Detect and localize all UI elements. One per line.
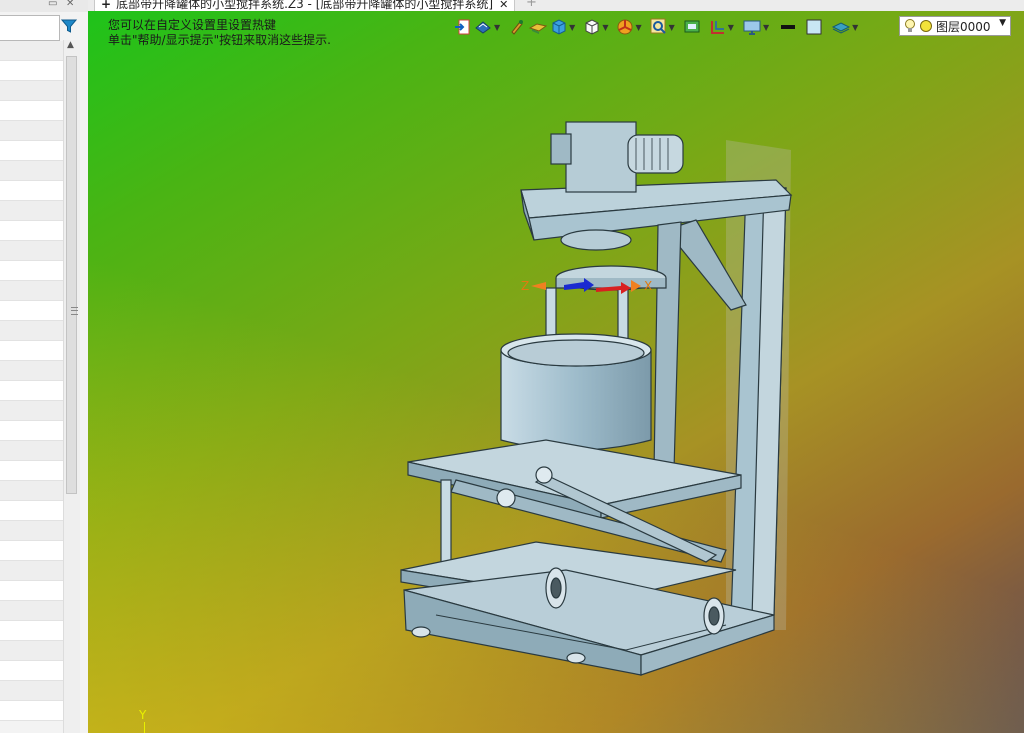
white-cube-button[interactable]: ▼: [583, 17, 608, 37]
white-cube-icon: [585, 19, 599, 35]
layer-manager-button[interactable]: ▼: [831, 17, 858, 37]
section-button[interactable]: ▼: [709, 17, 734, 37]
tree-row[interactable]: [0, 221, 63, 241]
new-tab-icon[interactable]: +: [526, 0, 537, 10]
tree-row[interactable]: [0, 401, 63, 421]
hint-text: 您可以在自定义设置里设置热键 单击"帮助/显示提示"按钮来取消这些提示.: [108, 18, 331, 48]
tree-row[interactable]: [0, 121, 63, 141]
color-wheel-icon: [617, 19, 633, 35]
tree-row[interactable]: [0, 561, 63, 581]
line-color-button[interactable]: [779, 17, 797, 37]
tree-row[interactable]: [0, 321, 63, 341]
screen-button[interactable]: [683, 17, 701, 37]
chevron-down-icon: ▼: [999, 18, 1006, 28]
close-tab-icon[interactable]: ✕: [499, 0, 508, 11]
view-toolbar: ▼ ▼ ▼ ▼ ▼ ▼ ▼ ▼: [453, 16, 858, 38]
zoom-button[interactable]: ▼: [650, 17, 675, 37]
tree-row[interactable]: [0, 301, 63, 321]
bulb-icon: [905, 19, 915, 32]
tree-row[interactable]: [0, 381, 63, 401]
render-mode-button[interactable]: ▼: [473, 17, 500, 37]
face-button[interactable]: [528, 17, 548, 37]
tree-row[interactable]: [0, 341, 63, 361]
panel-header: ▭ ✕: [0, 0, 88, 12]
tree-row[interactable]: [0, 261, 63, 281]
tree-row[interactable]: [0, 661, 63, 681]
scroll-up-icon[interactable]: ▲: [67, 40, 74, 50]
render-mode-icon: [475, 21, 491, 34]
display-button[interactable]: ▼: [742, 17, 769, 37]
tree-row[interactable]: [0, 81, 63, 101]
face-icon: [528, 23, 548, 34]
tab-document[interactable]: + 底部带升降罐体的小型搅拌系统.Z3 - [底部带升降罐体的小型搅拌系统] ✕: [94, 0, 516, 11]
tree-row[interactable]: [0, 681, 63, 701]
color-wheel-button[interactable]: ▼: [616, 17, 642, 37]
tree-row[interactable]: [0, 481, 63, 501]
tree-list[interactable]: [0, 41, 63, 721]
tree-row[interactable]: [0, 601, 63, 621]
line-color-icon: [781, 25, 796, 29]
layer-value: 图层0000: [936, 19, 991, 34]
tree-row[interactable]: [0, 201, 63, 221]
screen-icon: [684, 20, 700, 33]
tree-row[interactable]: [0, 701, 63, 721]
pin-icon[interactable]: +: [101, 0, 111, 11]
filter-button[interactable]: [58, 15, 80, 37]
tab-bar: + 底部带升降罐体的小型搅拌系统.Z3 - [底部带升降罐体的小型搅拌系统] ✕ +: [88, 0, 1024, 11]
tree-row[interactable]: [0, 101, 63, 121]
axis-x-label: X: [644, 279, 652, 293]
search-input[interactable]: [0, 15, 60, 41]
close-panel-icon[interactable]: ✕: [66, 0, 74, 9]
graphics-viewport[interactable]: 您可以在自定义设置里设置热键 单击"帮助/显示提示"按钮来取消这些提示. ▼ ▼…: [88, 11, 1024, 733]
cube-view-button[interactable]: ▼: [550, 17, 575, 37]
display-icon: [743, 20, 761, 35]
tree-row[interactable]: [0, 581, 63, 601]
tree-row[interactable]: [0, 541, 63, 561]
tree-row[interactable]: [0, 421, 63, 441]
mixer-model[interactable]: Z X: [396, 110, 816, 690]
scrollbar-thumb[interactable]: [66, 56, 78, 494]
layer-color-icon: [920, 20, 932, 32]
tree-row[interactable]: [0, 461, 63, 481]
cube-view-icon: [552, 19, 566, 35]
tree-row[interactable]: [0, 161, 63, 181]
tree-row[interactable]: [0, 61, 63, 81]
tree-row[interactable]: [0, 281, 63, 301]
axis-y-label: Y: [139, 708, 147, 722]
tree-row[interactable]: [0, 181, 63, 201]
tree-row[interactable]: [0, 521, 63, 541]
tree-row[interactable]: [0, 621, 63, 641]
hint-line-2: 单击"帮助/显示提示"按钮来取消这些提示.: [108, 33, 331, 47]
pen-button[interactable]: [508, 17, 526, 37]
zoom-icon: [650, 18, 666, 34]
tree-row[interactable]: [0, 141, 63, 161]
hint-line-1: 您可以在自定义设置里设置热键: [108, 18, 277, 32]
restore-icon[interactable]: ▭: [48, 0, 57, 9]
tree-row[interactable]: [0, 441, 63, 461]
grip-icon: [71, 307, 78, 315]
vertical-scrollbar[interactable]: ▲: [63, 40, 80, 733]
exit-sketch-button[interactable]: [453, 17, 471, 37]
left-panel: ▭ ✕ ▲: [0, 0, 89, 733]
axis-z-label: Z: [521, 279, 529, 293]
tree-row[interactable]: [0, 501, 63, 521]
layer-dropdown[interactable]: 图层0000 ▼: [899, 16, 1011, 36]
axis-y-indicator: [144, 722, 145, 733]
section-icon: [710, 21, 724, 34]
filter-icon: [61, 19, 77, 33]
tab-document-label: 底部带升降罐体的小型搅拌系统.Z3 - [底部带升降罐体的小型搅拌系统]: [116, 0, 494, 11]
tree-row[interactable]: [0, 641, 63, 661]
pen-icon: [511, 20, 524, 35]
exit-sketch-icon: [455, 19, 470, 35]
fill-color-button[interactable]: [805, 17, 823, 37]
tree-row[interactable]: [0, 41, 63, 61]
layer-manager-icon: [831, 22, 851, 34]
fill-color-icon: [806, 19, 822, 35]
tree-row[interactable]: [0, 361, 63, 381]
tree-row[interactable]: [0, 241, 63, 261]
